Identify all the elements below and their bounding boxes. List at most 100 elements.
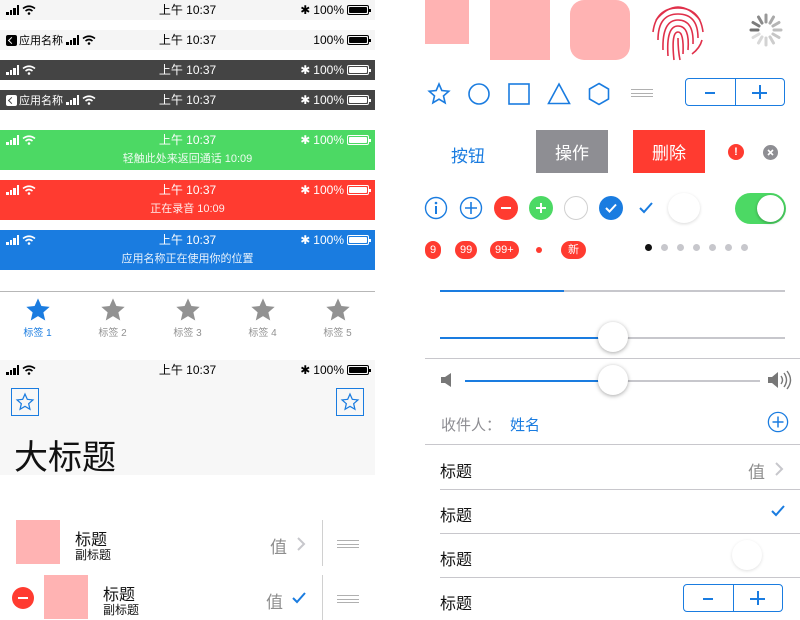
star-icon [175, 298, 200, 321]
battery-icon [347, 5, 371, 15]
recipient-token[interactable]: 姓名 [510, 414, 540, 435]
stepper-increment-button[interactable] [732, 585, 783, 611]
reorder-handle-icon[interactable] [337, 595, 359, 603]
recording-banner-message: 正在录音 10:09 [150, 203, 225, 215]
battery-icon [347, 65, 371, 75]
stepper[interactable] [685, 78, 785, 106]
settings-row[interactable]: 标题 [440, 490, 800, 534]
toggle-switch-on[interactable] [735, 193, 786, 224]
call-banner[interactable]: 上午 10:37 ✱ 100% 轻触此处来返回通话 10:09 [0, 130, 375, 170]
bluetooth-icon: ✱ [300, 183, 311, 197]
text-button[interactable]: 按钮 [451, 142, 485, 167]
page-dot[interactable] [709, 244, 716, 251]
cell-value: 值 [266, 593, 283, 612]
reorder-handle-icon[interactable] [337, 540, 359, 548]
battery-icon [347, 235, 371, 245]
settings-row[interactable]: 标题 值 [440, 446, 800, 490]
circle-outline-icon[interactable] [467, 82, 491, 106]
battery-percent: 100% [313, 33, 344, 47]
battery-percent: 100% [313, 133, 344, 147]
stepper-decrement-button[interactable] [684, 585, 733, 611]
location-banner[interactable]: 上午 10:37 ✱ 100% 应用名称正在使用你的位置 [0, 230, 375, 270]
bluetooth-icon: ✱ [300, 93, 311, 107]
add-green-icon[interactable] [529, 196, 553, 220]
toggle-knob [757, 195, 784, 222]
info-icon[interactable] [424, 196, 448, 220]
large-title: 大标题 [14, 439, 116, 477]
volume-slider-thumb[interactable] [597, 365, 628, 395]
battery-percent: 100% [313, 63, 344, 77]
nav-left-star-button[interactable] [11, 388, 39, 416]
stepper[interactable] [683, 584, 783, 612]
bluetooth-icon: ✱ [300, 363, 311, 377]
tab-1[interactable]: 标签 1 [0, 292, 75, 345]
alert-icon: ! [728, 144, 744, 160]
loading-spinner-icon [749, 13, 783, 47]
status-bar-light: 上午 10:37 ✱ 100% [0, 0, 375, 20]
battery-icon [347, 95, 371, 105]
cell-subtitle: 副标题 [103, 603, 140, 617]
radio-checked-icon[interactable] [599, 196, 623, 220]
nav-right-star-button[interactable] [336, 388, 364, 416]
list-item[interactable]: 标题 副标题 值 [0, 520, 375, 568]
badge-dot [536, 247, 542, 253]
rounded-thumb [570, 0, 630, 60]
star-outline-icon[interactable] [427, 82, 451, 106]
slider-thumb[interactable] [597, 322, 628, 352]
page-dot[interactable] [725, 244, 732, 251]
badge-new: 新 [561, 241, 586, 259]
switch-knob-off[interactable] [732, 540, 762, 570]
divider [322, 575, 323, 620]
add-contact-icon[interactable] [767, 411, 789, 433]
tab-2[interactable]: 标签 2 [75, 292, 150, 345]
page-dot[interactable] [661, 244, 668, 251]
stepper-increment-button[interactable] [734, 79, 785, 105]
page-dot[interactable] [677, 244, 684, 251]
triangle-outline-icon[interactable] [547, 82, 571, 106]
list-item[interactable]: 标题 副标题 值 [0, 575, 375, 620]
tab-3[interactable]: 标签 3 [150, 292, 225, 345]
delete-button[interactable]: 删除 [633, 130, 705, 173]
drag-handle-icon[interactable] [631, 89, 653, 97]
status-bar-dark-back: 应用名称 上午 10:37 ✱ 100% [0, 90, 375, 110]
cell-subtitle: 副标题 [75, 548, 112, 562]
battery-percent: 100% [313, 233, 344, 247]
battery-icon [347, 185, 371, 195]
checkmark-icon [292, 592, 306, 604]
battery-icon [347, 135, 371, 145]
switch-knob-off[interactable] [668, 193, 700, 223]
recording-banner[interactable]: 上午 10:37 ✱ 100% 正在录音 10:09 [0, 180, 375, 220]
page-control[interactable] [645, 244, 755, 254]
divider [322, 520, 323, 566]
clear-icon[interactable] [763, 145, 778, 160]
hexagon-outline-icon[interactable] [587, 82, 611, 106]
large-title-navbar: 上午 10:37 ✱ 100% 大标题 [0, 360, 375, 477]
stepper-decrement-button[interactable] [686, 79, 735, 105]
page-dot[interactable] [741, 244, 748, 251]
settings-row[interactable]: 标题 [440, 534, 800, 578]
chevron-right-icon [297, 537, 306, 551]
page-dot[interactable] [693, 244, 700, 251]
tab-bar: 标签 1 标签 2 标签 3 标签 4 标签 5 [0, 291, 375, 345]
square-thumb [425, 0, 469, 44]
cell-value: 值 [270, 538, 287, 557]
delete-minus-icon[interactable] [12, 587, 34, 609]
action-button[interactable]: 操作 [536, 130, 608, 173]
remove-icon[interactable] [494, 196, 518, 220]
battery-percent: 100% [313, 3, 344, 17]
tab-5[interactable]: 标签 5 [300, 292, 375, 345]
thumbnail [16, 520, 60, 564]
location-banner-message: 应用名称正在使用你的位置 [121, 253, 254, 265]
badge-count: 99+ [490, 241, 519, 259]
settings-row[interactable]: 标题 [440, 578, 800, 620]
square-outline-icon[interactable] [507, 82, 531, 106]
page-dot[interactable] [645, 244, 652, 251]
status-bar: 上午 10:37 ✱ 100% [0, 360, 375, 380]
bluetooth-icon: ✱ [300, 3, 311, 17]
divider [425, 358, 800, 359]
add-outline-icon[interactable] [459, 196, 483, 220]
radio-unchecked[interactable] [564, 196, 588, 220]
bluetooth-icon: ✱ [300, 133, 311, 147]
tab-4[interactable]: 标签 4 [225, 292, 300, 345]
row-label: 标题 [440, 464, 473, 481]
